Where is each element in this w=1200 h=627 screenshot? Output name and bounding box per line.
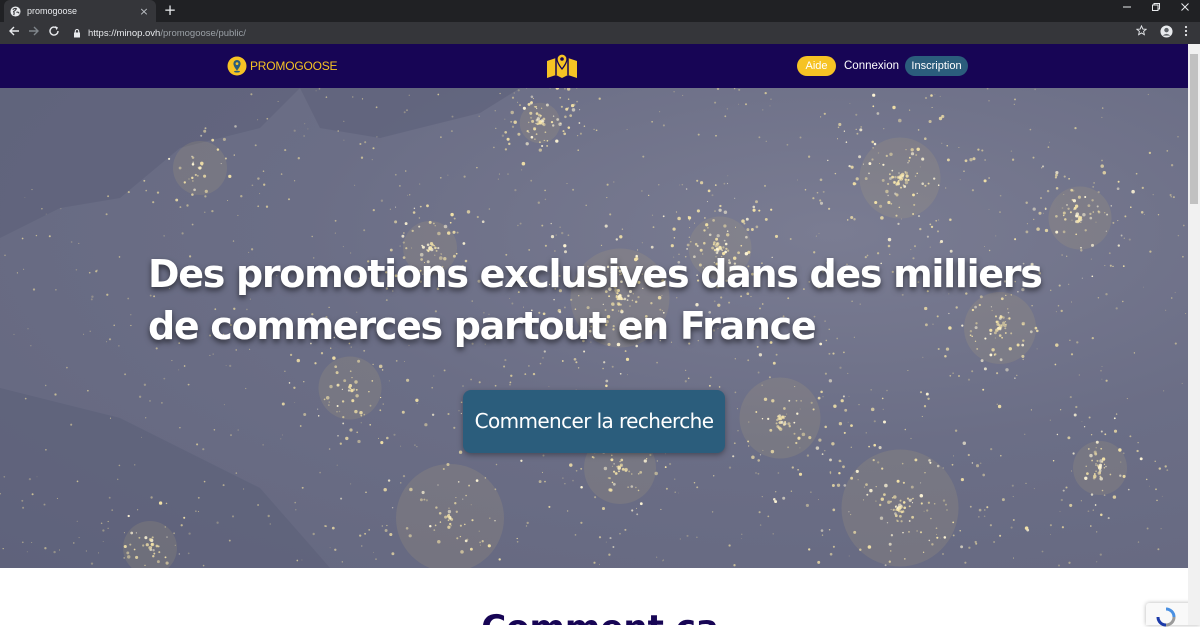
browser-tab-bar: promogoose × + [0,0,1200,22]
back-button[interactable] [6,25,22,41]
lock-icon [72,28,82,38]
restore-button[interactable] [1142,0,1170,22]
minimize-icon [1122,2,1132,12]
browser-toolbar: https://minop.ovh/promogoose/public/ [0,22,1200,44]
profile-icon [1160,25,1173,38]
globe-icon [10,6,21,17]
browser-tab[interactable]: promogoose × [4,0,156,22]
brand-name: PROMOGOOSE [250,59,337,73]
reload-icon [48,25,60,37]
kebab-menu-icon [1184,25,1188,37]
site-header: PROMOGOOSE Aide Connexion Inscription [0,44,1188,88]
profile-button[interactable] [1158,25,1174,41]
tab-close-button[interactable]: × [138,6,150,17]
minimize-button[interactable] [1113,0,1141,22]
url-host: https://minop.ovh [88,28,160,39]
back-arrow-icon [8,25,20,37]
help-button[interactable]: Aide [797,56,836,76]
bookmark-button[interactable] [1133,25,1149,41]
restore-icon [1151,2,1161,12]
signup-button[interactable]: Inscription [905,56,968,76]
forward-arrow-icon [28,25,40,37]
hero-title: Des promotions exclusives dans des milli… [148,248,1048,352]
browser-menu-button[interactable] [1178,25,1194,41]
star-icon [1136,25,1147,36]
location-pin-logo-icon [227,56,247,76]
close-icon [1180,2,1190,12]
address-bar[interactable]: https://minop.ovh/promogoose/public/ [68,25,1128,41]
tab-title: promogoose [27,6,138,16]
map-marker-icon[interactable] [546,53,578,79]
forward-button[interactable] [26,25,42,41]
reload-button[interactable] [46,25,62,41]
window-close-button[interactable] [1171,0,1199,22]
new-tab-button[interactable]: + [162,2,178,18]
scrollbar-thumb[interactable] [1190,54,1198,204]
section-heading: Comment ça marche ? [420,608,780,625]
page-scrollbar[interactable] [1188,44,1200,625]
brand-link[interactable]: PROMOGOOSE [227,55,337,77]
start-search-button[interactable]: Commencer la recherche [463,390,725,453]
hero-banner: Des promotions exclusives dans des milli… [0,88,1188,568]
url-path: /promogoose/public/ [160,28,246,39]
login-link[interactable]: Connexion [844,56,899,76]
recaptcha-icon [1154,607,1178,627]
